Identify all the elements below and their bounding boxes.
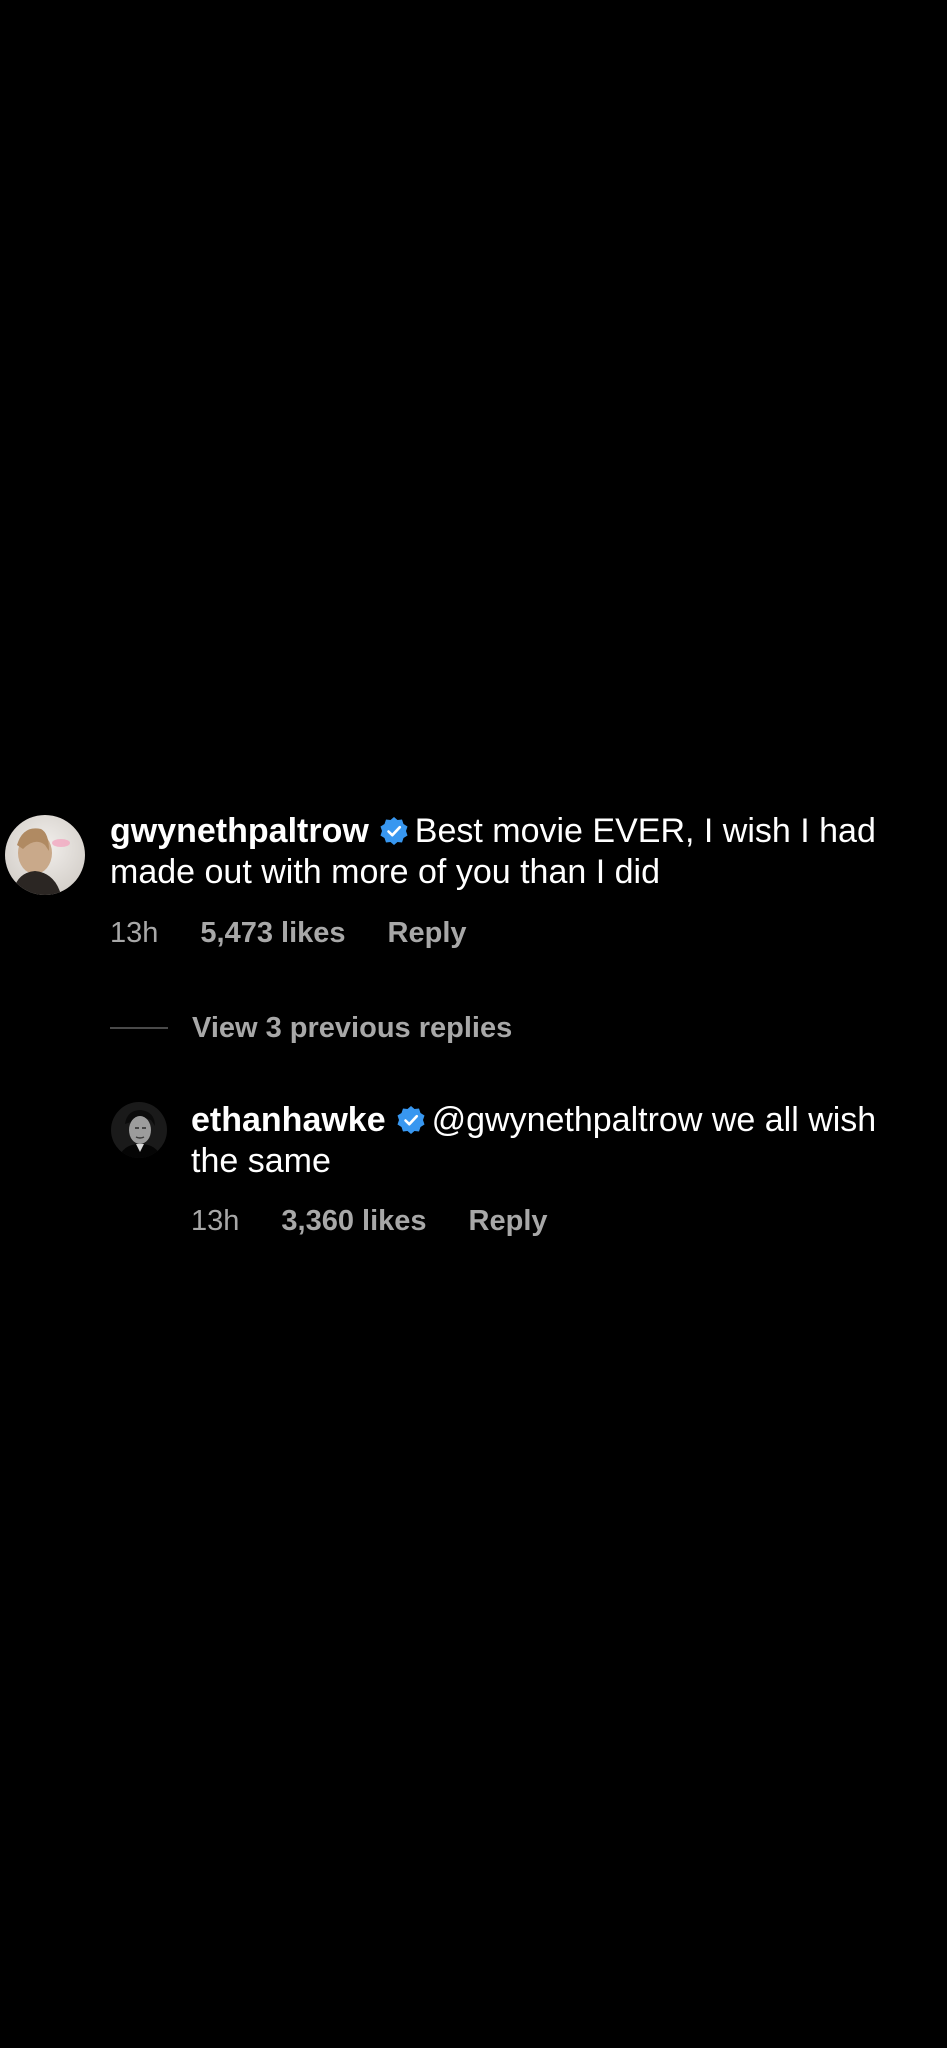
- reply-username[interactable]: ethanhawke: [191, 1101, 386, 1139]
- avatar-gwynethpaltrow[interactable]: [5, 815, 85, 895]
- comment-body: gwynethpaltrow Best movie EVER, I wish I …: [110, 811, 930, 893]
- replies-divider-line: [110, 1027, 168, 1029]
- reply-meta: 13h 3,360 likes Reply: [191, 1204, 548, 1238]
- reply-body: ethanhawke @gwynethpaltrow we all wish th…: [191, 1100, 931, 1182]
- comment-time: 13h: [110, 917, 159, 949]
- avatar-image: [5, 815, 85, 895]
- comment-username[interactable]: gwynethpaltrow: [110, 812, 369, 850]
- avatar-ethanhawke[interactable]: [111, 1102, 167, 1158]
- view-previous-replies-button[interactable]: View 3 previous replies: [110, 1006, 512, 1050]
- comment-likes[interactable]: 5,473 likes: [200, 917, 345, 949]
- avatar-image: [111, 1102, 167, 1158]
- reply-button[interactable]: Reply: [388, 917, 467, 949]
- reply-time: 13h: [191, 1205, 240, 1237]
- reply-button[interactable]: Reply: [469, 1205, 548, 1237]
- verified-badge-icon: [379, 815, 409, 845]
- comment-meta: 13h 5,473 likes Reply: [110, 916, 467, 950]
- view-previous-replies-label: View 3 previous replies: [192, 1011, 513, 1044]
- verified-badge-icon: [396, 1104, 426, 1134]
- reply-likes[interactable]: 3,360 likes: [281, 1205, 426, 1237]
